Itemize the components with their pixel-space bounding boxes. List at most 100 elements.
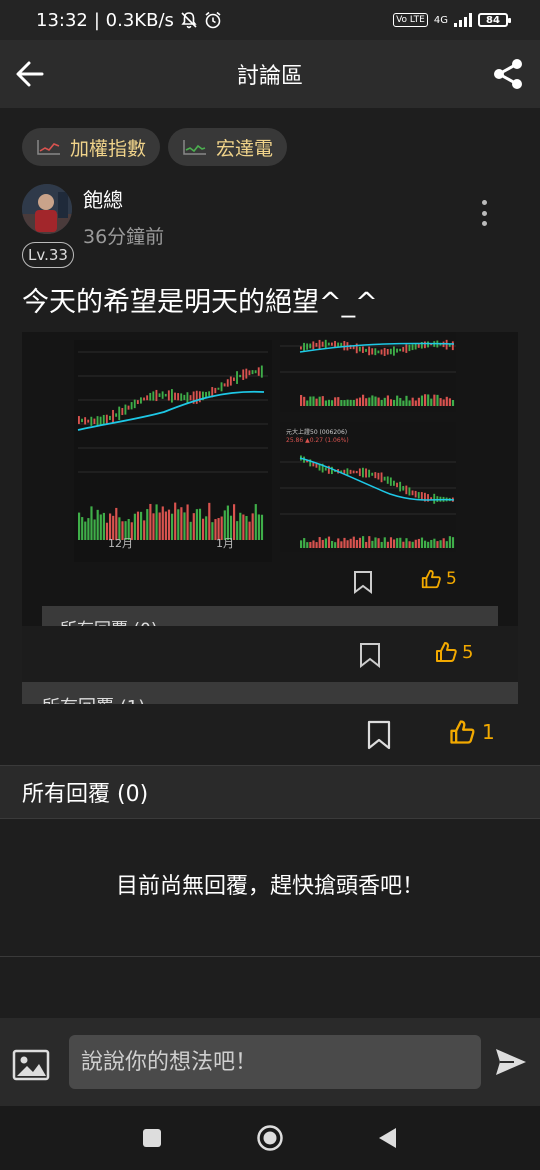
volume-mark	[396, 538, 399, 548]
thumbs-up-icon	[436, 642, 457, 662]
secondary-chart-bottom: 元大上證50 (006206) 25.86 ▲0.27 (1.06%)	[280, 422, 456, 552]
candle-mark	[358, 468, 361, 477]
candle-mark	[183, 394, 186, 401]
post-image[interactable]: 元大上證50 (006206) 25.86 ▲0.27 (1.06%) 12月 …	[22, 332, 518, 704]
volume-mark	[337, 538, 340, 548]
tag-chip-taiex[interactable]: 加權指數	[22, 128, 161, 166]
volume-mark	[424, 540, 427, 548]
candle-mark	[389, 348, 392, 355]
candle-mark	[315, 342, 318, 347]
like-button[interactable]: 1	[448, 718, 495, 746]
more-options-button[interactable]	[474, 198, 494, 228]
volume-mark	[161, 506, 164, 540]
volume-mark	[96, 509, 99, 540]
candle-mark	[433, 493, 436, 504]
candle-mark	[318, 339, 321, 350]
recent-apps-icon[interactable]	[141, 1127, 163, 1149]
volume-mark	[417, 397, 420, 406]
candle-mark	[405, 344, 408, 353]
tag-chip-htc[interactable]: 宏達電	[168, 128, 288, 166]
candle-mark	[174, 392, 176, 400]
volume-mark	[309, 541, 312, 548]
volume-mark	[358, 537, 362, 548]
candle-mark	[112, 409, 114, 424]
share-button[interactable]	[488, 54, 528, 94]
candle-mark	[362, 467, 364, 478]
more-dot	[481, 210, 487, 216]
stock-change: 25.86 ▲0.27 (1.06%)	[286, 437, 349, 444]
candle-mark	[383, 347, 386, 356]
volume-mark	[324, 400, 327, 406]
volume-mark	[334, 542, 337, 548]
candle-mark	[324, 339, 327, 349]
candle-mark	[93, 418, 96, 425]
volume-mark	[78, 512, 81, 540]
volume-mark	[436, 394, 439, 406]
candle-mark	[254, 370, 257, 374]
volume-mark	[414, 400, 417, 406]
candle-mark	[164, 393, 167, 397]
page-title: 討論區	[236, 64, 303, 89]
volume-mark	[99, 514, 102, 540]
volume-mark	[430, 398, 433, 406]
candle-mark	[386, 476, 389, 484]
candle-mark	[300, 346, 302, 350]
volume-mark	[192, 513, 195, 540]
arrow-left-icon	[16, 61, 44, 87]
volume-mark	[300, 395, 303, 406]
volume-mark	[93, 519, 96, 540]
back-button[interactable]	[10, 54, 50, 94]
volume-mark	[143, 520, 146, 540]
candle-mark	[352, 346, 355, 350]
volume-mark	[442, 399, 445, 406]
bookmark-icon[interactable]	[366, 720, 392, 750]
candle-mark	[414, 343, 417, 350]
month-label-dec: 12月	[108, 537, 133, 550]
volume-mark	[146, 509, 149, 540]
volume-mark	[202, 518, 205, 540]
volume-mark	[417, 538, 420, 548]
volume-mark	[84, 521, 87, 540]
back-nav-icon[interactable]	[376, 1126, 398, 1150]
volume-mark	[433, 538, 436, 548]
volume-mark	[383, 397, 386, 406]
candle-mark	[133, 399, 136, 409]
more-dot	[481, 200, 487, 205]
candle-mark	[417, 492, 420, 499]
volume-mark	[257, 514, 260, 540]
volume-mark	[430, 539, 433, 548]
comment-composer	[0, 1018, 540, 1106]
candle-mark	[242, 369, 245, 380]
avatar[interactable]	[22, 184, 72, 234]
author-name[interactable]: 飽總	[83, 184, 123, 213]
volume-mark	[352, 399, 355, 406]
candle-mark	[81, 418, 83, 423]
replies-header: 所有回覆 (0)	[0, 765, 540, 819]
candle-mark	[380, 472, 383, 483]
volume-mark	[396, 395, 399, 406]
candle-mark	[306, 343, 309, 350]
candle-mark	[399, 481, 402, 492]
candle-mark	[115, 413, 118, 417]
volume-mark	[248, 521, 251, 540]
volume-mark	[306, 400, 309, 406]
image-attach-icon[interactable]	[12, 1048, 50, 1082]
candle-mark	[226, 379, 229, 387]
candle-mark	[136, 400, 139, 405]
send-icon[interactable]	[494, 1046, 528, 1078]
volume-mark	[343, 537, 346, 548]
candle-mark	[99, 416, 102, 425]
volume-mark	[177, 509, 180, 540]
volume-mark	[327, 536, 331, 548]
candle-mark	[229, 376, 232, 386]
share-icon	[494, 59, 522, 89]
candle-mark	[186, 392, 189, 404]
volume-mark	[408, 541, 411, 548]
level-badge: Lv.33	[22, 242, 74, 268]
status-bar: 13:32 | 0.3KB/s Vo LTE 4G 84	[0, 0, 540, 40]
status-left: 13:32 | 0.3KB/s	[36, 10, 222, 31]
stock-label: 元大上證50 (006206)	[286, 428, 347, 436]
candle-mark	[393, 480, 395, 486]
comment-input[interactable]	[69, 1035, 481, 1089]
home-icon[interactable]	[256, 1124, 284, 1152]
